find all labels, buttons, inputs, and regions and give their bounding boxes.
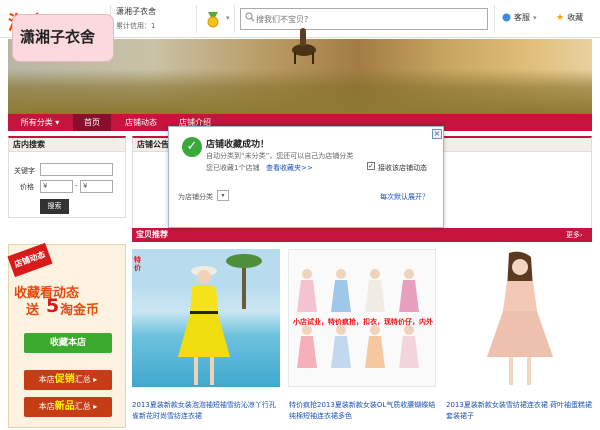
shop-name-link[interactable]: 潇湘子衣舍 (116, 6, 156, 17)
promo-give-text: 送 (26, 303, 40, 318)
shop-title: 潇湘子衣舍 (20, 28, 96, 46)
product-overlay-text: 小店试业，特价疯抢，扣衣，现特价仔，内外 (293, 318, 433, 326)
recommend-more-link[interactable]: 更多› (566, 228, 583, 242)
product-image[interactable] (132, 249, 280, 387)
chevron-down-icon[interactable]: ▾ (226, 14, 230, 22)
nav-shop-news[interactable]: 店铺动态 (118, 114, 164, 131)
product-caption-link[interactable]: 2013夏装新款女装泡泡袖短袖雪纺沁凉丫行孔雀新花时尚雪纺连衣裙 (132, 400, 282, 422)
nav-home[interactable]: 首页 (73, 114, 111, 131)
banner-field (8, 69, 592, 114)
credit-score: 累计信用：1 (116, 22, 156, 30)
customer-service-button[interactable]: 客服 ▾ (502, 12, 537, 23)
receive-news-checkbox[interactable]: ✓ (367, 162, 375, 170)
chevron-down-icon: ▾ (533, 13, 537, 22)
nav-all-categories[interactable]: 所有分类 ▾ (12, 114, 68, 131)
horse-rider-icon (292, 28, 316, 64)
dialog-count-text: 您已收藏1个店铺 (206, 164, 260, 172)
model-floral-dress-icon (445, 249, 593, 387)
promo-number: 5 (46, 295, 60, 317)
promotions-summary-button[interactable]: 本店促销汇总 ▸ (24, 370, 112, 390)
default-expand-link[interactable]: 每次默认展开？ (380, 192, 429, 202)
product-image[interactable] (445, 249, 593, 387)
divider (234, 5, 235, 33)
recommend-header (132, 228, 592, 242)
dialog-title: 店铺收藏成功！ (206, 140, 270, 150)
recommend-title: 宝贝推荐 (136, 230, 168, 239)
price-min-input[interactable]: ¥ (40, 180, 73, 193)
view-favorites-link[interactable]: 查看收藏夹>> (266, 163, 313, 173)
checkmark-icon: ✓ (182, 137, 202, 157)
product-side-tag: 特价 (134, 256, 141, 272)
price-label: 价格 (20, 183, 34, 191)
price-separator: - (75, 182, 78, 190)
promo-coin-text: 淘金币 (60, 303, 100, 318)
collect-shop-button[interactable]: 收藏本店 (24, 333, 112, 353)
product-caption-link[interactable]: 特价疯抢2013夏装新款女装OL气质收腰蝴蝶结纯棉短袖连衣裙多色 (289, 400, 439, 422)
model-yellow-dress-icon (132, 249, 280, 385)
shop-search-title: 店内搜索 (8, 136, 126, 152)
search-icon (245, 12, 255, 22)
category-label: 为店铺分类 (178, 193, 213, 201)
favorite-button[interactable]: ★ 收藏 (556, 12, 583, 23)
service-icon (502, 13, 511, 22)
credit-medal-icon (207, 12, 219, 28)
price-max-input[interactable]: ¥ (80, 180, 113, 193)
keyword-input[interactable] (40, 163, 113, 176)
shop-search-button[interactable]: 搜索 (40, 199, 69, 214)
receive-news-label: 接收该店铺动态 (378, 164, 427, 172)
service-label: 客服 (514, 13, 530, 22)
close-icon[interactable]: × (432, 129, 442, 139)
new-items-summary-button[interactable]: 本店新品汇总 ▸ (24, 397, 112, 417)
keyword-label: 关键字 (14, 167, 35, 175)
product-caption-link[interactable]: 2013夏装新款女装雪纺裙连衣裙 荷叶袖蛋糕裙套装裙子 (446, 400, 596, 422)
divider (494, 5, 495, 33)
divider (196, 5, 197, 33)
category-select[interactable]: ▾ (217, 190, 229, 201)
favorite-label: 收藏 (567, 13, 584, 22)
star-icon: ★ (556, 12, 565, 23)
dialog-message: 自动分类到“未分类”，您还可以自己为店铺分类 (206, 152, 354, 160)
